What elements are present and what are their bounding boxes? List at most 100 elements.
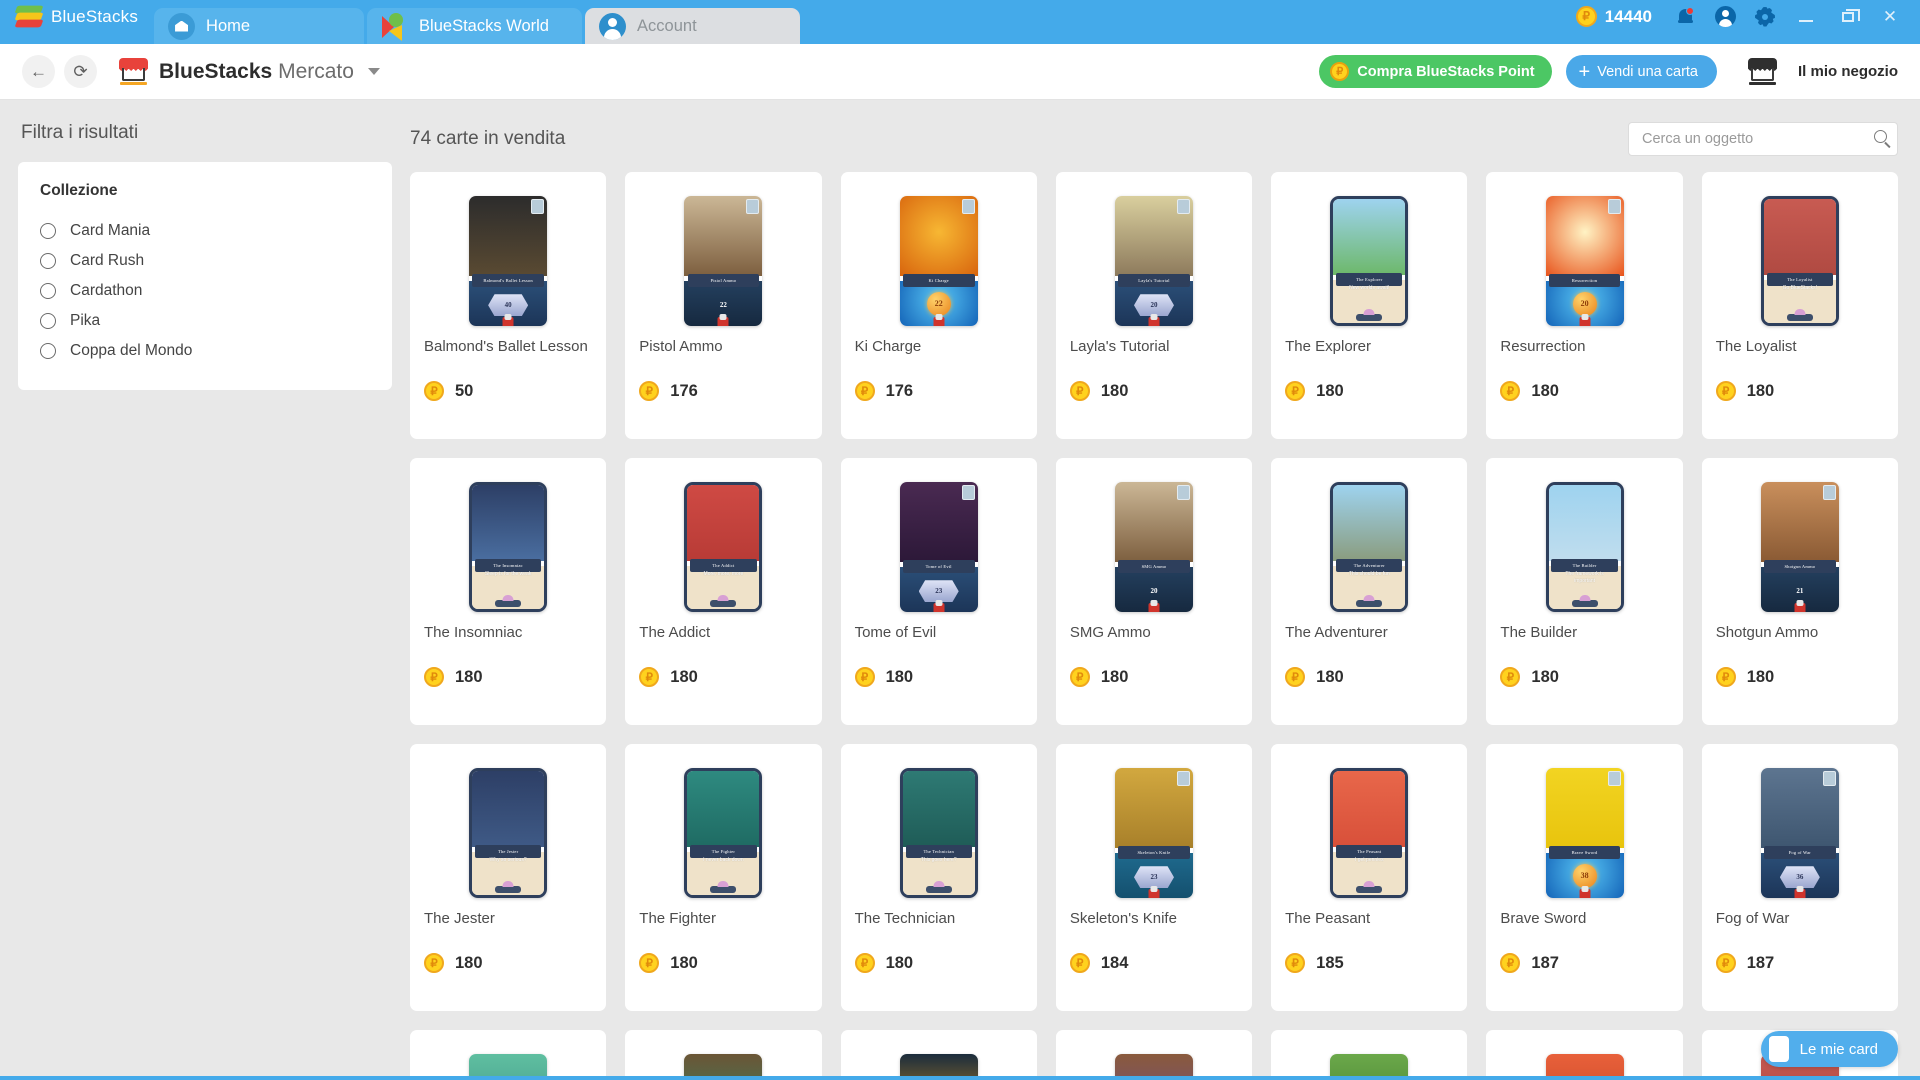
tab-bluestacks-world[interactable]: BlueStacks World (367, 8, 583, 44)
card-art-corner-thumb (1607, 770, 1621, 786)
marketplace-card[interactable]: The Explorer New worlds await! The Explore… (1271, 172, 1468, 439)
notifications-button[interactable] (1668, 2, 1702, 32)
trading-card-art: Pistol Ammo 22 (684, 195, 763, 326)
card-art-price-tag-icon (933, 599, 945, 612)
card-art-price-tag-icon (1148, 599, 1160, 612)
marketplace-card[interactable]: Shotgun Ammo 21 Shotgun Ammo ₽180 (1701, 458, 1898, 725)
marketplace-card[interactable]: The Peasant I get pennies The Peasant ₽185 (1271, 744, 1468, 1011)
card-price: ₽176 (854, 381, 1023, 401)
marketplace-card[interactable]: The Addict More, more, more The Addict ₽180 (625, 458, 822, 725)
radio-button[interactable] (40, 223, 56, 239)
bluestacks-world-icon (381, 12, 408, 41)
card-art-quote: I get pennies (1354, 857, 1384, 864)
marketplace-card[interactable] (1486, 1030, 1683, 1079)
chevron-down-icon[interactable] (367, 68, 380, 75)
tab-account[interactable]: Account (585, 8, 801, 44)
marketplace-card[interactable]: Fog of War 36 Fog of War ₽187 (1701, 744, 1898, 1011)
collection-radio-option[interactable]: Card Rush (40, 246, 370, 276)
reload-button[interactable]: ⟳ (64, 55, 97, 88)
marketplace-card[interactable] (1055, 1030, 1253, 1079)
marketplace-card[interactable]: The Fighter I never back down The Fighter ₽… (625, 744, 822, 1011)
marketplace-card[interactable]: Ki Charge 22 Ki Charge ₽176 (840, 172, 1037, 439)
card-price-value: 180 (1316, 381, 1344, 400)
search-input[interactable] (1628, 122, 1898, 156)
close-button[interactable]: ✕ (1872, 2, 1908, 32)
profile-button[interactable] (1708, 2, 1742, 32)
card-image: The Loyalist Go BlueStacks! (1716, 188, 1884, 333)
my-shop-button[interactable]: Il mio negozio (1735, 58, 1898, 85)
tab-home[interactable]: Home (154, 8, 365, 44)
back-button[interactable]: ← (22, 55, 55, 88)
marketplace-card[interactable]: The Adventurer This should be fun The Adve… (1271, 458, 1468, 725)
marketplace-card[interactable]: The Insomniac Sleep is for the weak The In… (410, 458, 607, 725)
window-controls: ₽ 14440 ✕ (1575, 0, 1920, 44)
collection-filter-title: Collezione (40, 182, 118, 199)
brand-label: BlueStacks (51, 6, 139, 26)
card-art-name-band: The Insomniac (475, 558, 542, 572)
tab-world-label: BlueStacks World (419, 16, 549, 35)
minimize-button[interactable] (1788, 2, 1824, 32)
marketplace-card[interactable] (1271, 1030, 1468, 1079)
bluestacks-logo-icon (14, 4, 44, 30)
settings-button[interactable] (1748, 2, 1782, 32)
radio-button[interactable] (40, 343, 56, 359)
marketplace-card[interactable]: The Builder The framework is important The… (1486, 458, 1683, 725)
bluestacks-point-coin-icon: ₽ (1285, 953, 1306, 973)
radio-button[interactable] (40, 313, 56, 329)
maximize-button[interactable] (1830, 2, 1866, 32)
collection-radio-option[interactable]: Card Mania (40, 216, 370, 246)
card-price: ₽187 (1500, 953, 1668, 973)
marketplace-card[interactable]: SMG Ammo 20 SMG Ammo ₽180 (1055, 458, 1253, 725)
points-value: 14440 (1604, 6, 1652, 26)
my-cards-button[interactable]: Le mie card (1760, 1031, 1898, 1067)
buy-bluestacks-points-button[interactable]: ₽ Compra BlueStacks Point (1319, 55, 1552, 88)
sell-card-button[interactable]: + Vendi una carta (1565, 55, 1717, 88)
bluestacks-point-coin-icon: ₽ (854, 381, 875, 401)
marketplace-card[interactable] (625, 1030, 822, 1079)
marketplace-card[interactable]: Resurrection 20 Resurrection ₽180 (1486, 172, 1683, 439)
trading-card-art: The Insomniac Sleep is for the weak (469, 481, 548, 612)
marketplace-card[interactable] (840, 1030, 1037, 1079)
marketplace-card[interactable]: Balmond's Ballet Lesson 40 Balmond's Balle… (410, 172, 607, 439)
marketplace-card[interactable]: The Jester Why so serious? The Jester ₽180 (410, 744, 607, 1011)
card-art-name-band: SMG Ammo (1118, 559, 1190, 573)
radio-button[interactable] (40, 283, 56, 299)
marketplace-card[interactable]: Brave Sword 38 Brave Sword ₽187 (1486, 744, 1683, 1011)
collection-radio-option[interactable]: Coppa del Mondo (40, 336, 370, 366)
marketplace-card[interactable]: Skeleton's Knife 23 Skeleton's Knife ₽184 (1055, 744, 1253, 1011)
card-art-price-tag-icon (933, 313, 945, 326)
card-title: Tome of Evil (854, 624, 937, 641)
marketplace-card[interactable]: Layla's Tutorial 20 Layla's Tutorial ₽180 (1055, 172, 1253, 439)
marketplace-card[interactable]: Pistol Ammo 22 Pistol Ammo ₽176 (625, 172, 822, 439)
card-art-pedestal (1356, 885, 1383, 893)
card-art-quote: This should be fun (1348, 571, 1390, 578)
marketplace-card[interactable]: The Loyalist Go BlueStacks! The Loyalist ₽1… (1701, 172, 1898, 439)
collection-radio-list: Card Mania Card Rush Cardathon Pika Coppa de… (40, 216, 370, 366)
card-title: The Builder (1500, 624, 1578, 641)
bluestacks-point-coin-icon: ₽ (1715, 667, 1736, 687)
card-price-value: 180 (1746, 667, 1775, 686)
radio-label: Pika (70, 312, 101, 329)
card-price: ₽180 (1069, 381, 1238, 401)
points-display[interactable]: ₽ 14440 (1575, 6, 1652, 27)
card-art-name-band: Layla's Tutorial (1118, 273, 1190, 287)
marketplace-card[interactable] (410, 1030, 607, 1079)
card-image: The Addict More, more, more (639, 474, 807, 619)
trading-card-art: The Fighter I never back down (684, 767, 763, 898)
radio-button[interactable] (40, 253, 56, 269)
trading-card-art: The Loyalist Go BlueStacks! (1760, 195, 1839, 326)
bluestacks-point-coin-icon: ₽ (1285, 667, 1306, 687)
marketplace-card[interactable]: The Technician This goes here? The Technic… (840, 744, 1037, 1011)
card-price: ₽180 (1285, 381, 1453, 401)
card-art-price-tag-icon (1148, 885, 1160, 898)
collection-filter-card: Collezione Card Mania Card Rush Cardathon P… (18, 162, 392, 390)
collection-radio-option[interactable]: Cardathon (40, 276, 370, 306)
bluestacks-point-coin-icon: ₽ (1285, 381, 1306, 401)
card-image: Skeleton's Knife 23 (1070, 760, 1238, 905)
collection-radio-option[interactable]: Pika (40, 306, 370, 336)
trading-card-art: The Addict More, more, more (684, 481, 763, 612)
bluestacks-point-coin-icon: ₽ (1069, 953, 1090, 973)
marketplace-card[interactable]: Tome of Evil 23 Tome of Evil ₽180 (840, 458, 1037, 725)
card-price: ₽176 (639, 381, 807, 401)
card-price: ₽50 (424, 381, 592, 401)
